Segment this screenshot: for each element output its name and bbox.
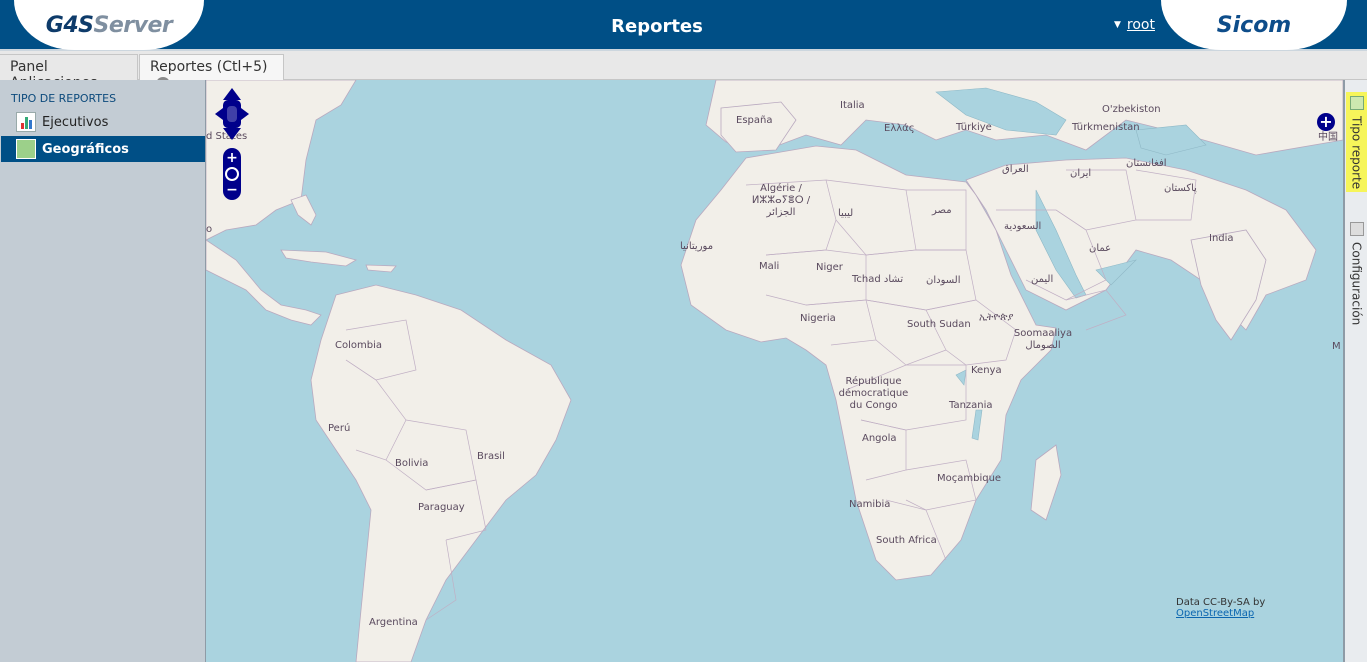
map-label: Nigeria (800, 313, 836, 324)
tab-label: Tipo reporte (1349, 116, 1364, 190)
chevron-down-icon: ▼ (1114, 20, 1121, 30)
map-label: Tanzania (949, 400, 993, 411)
user-menu[interactable]: ▼ root (1114, 17, 1155, 33)
map-label: ایران (1070, 168, 1092, 179)
tab-panel-aplicaciones[interactable]: Panel Aplicaciones (0, 54, 138, 91)
map-label: ኢትዮጵያ (979, 312, 1014, 323)
globe-icon[interactable] (225, 167, 239, 181)
sidebar-item-geograficos[interactable]: Geográficos (1, 136, 205, 162)
map-label: موريتانيا (680, 241, 714, 252)
map-label: Italia (840, 100, 865, 111)
report-type-sidebar: TIPO DE REPORTES Ejecutivos Geográficos (0, 80, 206, 662)
map-icon (1349, 96, 1364, 110)
map-icon (16, 139, 36, 159)
map-label: 中国 (1318, 132, 1338, 143)
map-label: Soomaaliya الصومال (1013, 328, 1073, 351)
zoom-in-button[interactable]: + (226, 150, 238, 166)
tab-label: Configuración (1349, 242, 1364, 326)
map-attribution: Data CC-By-SA by OpenStreetMap (1176, 597, 1343, 619)
pan-control[interactable] (215, 88, 249, 140)
map-label: Mali (759, 261, 780, 272)
page-title: Reportes (611, 16, 703, 37)
openstreetmap-link[interactable]: OpenStreetMap (1176, 608, 1254, 619)
map-label: Colombia (335, 340, 382, 351)
map-label: اليمن (1031, 274, 1054, 285)
map-label: العراق (1002, 164, 1029, 175)
tab-configuracion[interactable]: Configuración (1346, 218, 1367, 328)
tab-bar: Panel Aplicaciones Reportes (Ctl+5) × (0, 51, 1367, 91)
sidebar-item-ejecutivos[interactable]: Ejecutivos (1, 109, 205, 135)
map-view[interactable]: Italia España Ελλάς Türkiye O'zbekiston … (206, 80, 1343, 662)
map-label: South Sudan (907, 319, 971, 330)
map-label: Angola (862, 433, 897, 444)
map-label: M (1332, 341, 1341, 352)
map-label: Türkiye (956, 122, 992, 133)
map-label: عمان (1089, 243, 1112, 254)
map-label: افغانستان (1126, 158, 1167, 169)
map-label: ليبيا (838, 208, 854, 219)
map-label: India (1209, 233, 1234, 244)
map-label: Moçambique (937, 473, 1002, 484)
map-label: Algérie / ⵍⵣⵣⴰⵢⴻⵔ / الجزائر (751, 183, 811, 218)
attribution-text: Data CC-By-SA by (1176, 597, 1266, 608)
map-label: España (736, 115, 773, 126)
map-label: مصر (932, 205, 952, 216)
map-label: السودان (926, 275, 961, 286)
settings-icon (1349, 222, 1364, 236)
user-link[interactable]: root (1127, 17, 1155, 33)
zoom-control: + − (223, 148, 241, 200)
right-collapsed-panel: Tipo reporte Configuración (1343, 80, 1367, 662)
map-label: O'zbekiston (1102, 104, 1161, 115)
map-label: Brasil (477, 451, 505, 462)
pan-arrows-icon (215, 88, 249, 140)
map-label: Bolivia (395, 458, 429, 469)
map-label: Argentina (369, 617, 418, 628)
app-header: G4SServer Reportes ▼ root Sicom (0, 0, 1367, 51)
layer-switcher-button[interactable]: + (1317, 113, 1335, 131)
g4s-server-logo: G4SServer (14, 0, 204, 50)
map-label: Ελλάς (884, 123, 915, 134)
zoom-out-button[interactable]: − (226, 182, 238, 198)
map-label: Tchad تشاد (852, 274, 904, 285)
map-label: Niger (816, 262, 843, 273)
map-label: South Africa (876, 535, 937, 546)
sidebar-item-label: Ejecutivos (42, 114, 109, 130)
sidebar-heading: TIPO DE REPORTES (11, 92, 117, 105)
map-label: Kenya (971, 365, 1002, 376)
tab-reportes[interactable]: Reportes (Ctl+5) × (139, 54, 284, 91)
sidebar-item-label: Geográficos (42, 141, 129, 157)
world-map-land (206, 80, 1343, 662)
map-navigation-control: + − (215, 88, 249, 200)
tab-tipo-reporte[interactable]: Tipo reporte (1346, 92, 1367, 192)
map-label: پاکستان (1164, 183, 1197, 194)
tab-label: Reportes (Ctl+5) (150, 59, 268, 75)
map-label: Namibia (849, 499, 891, 510)
map-label: Paraguay (418, 502, 465, 513)
sicom-logo: Sicom (1161, 0, 1347, 50)
bar-chart-icon (16, 112, 36, 132)
map-label: Türkmenistan (1072, 122, 1140, 133)
map-label: Perú (328, 423, 351, 434)
map-label: o (206, 224, 213, 235)
map-label: République démocratique du Congo (838, 376, 909, 411)
map-label: السعودية (1004, 221, 1042, 232)
